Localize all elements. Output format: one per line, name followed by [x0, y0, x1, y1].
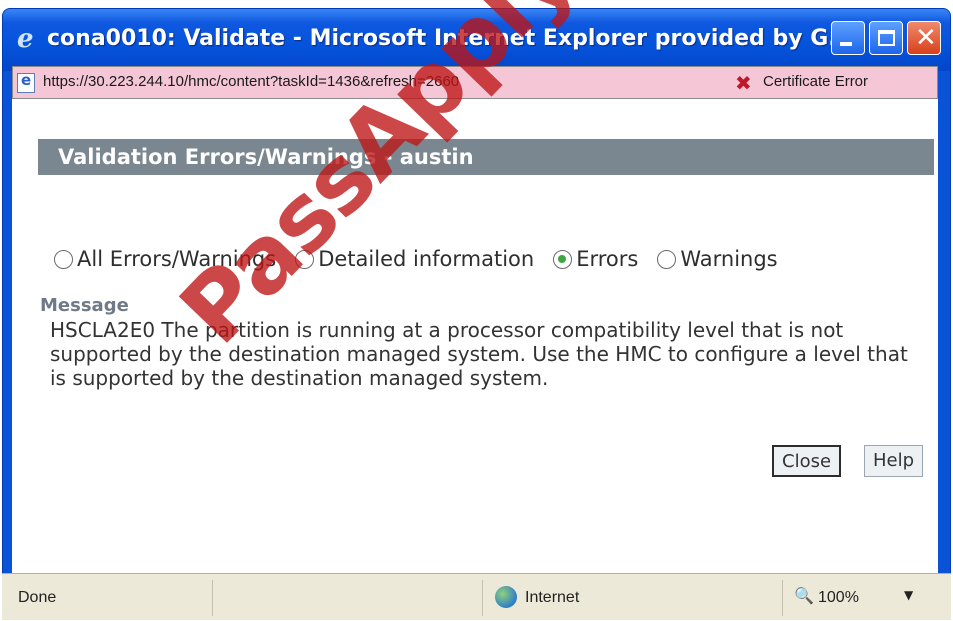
radio-detailed-information[interactable]: Detailed information	[295, 247, 534, 271]
status-divider	[782, 580, 783, 616]
radio-label: Detailed information	[318, 247, 535, 271]
status-text: Done	[18, 589, 57, 606]
close-button[interactable]: Close	[772, 445, 842, 477]
close-icon: ✕	[915, 23, 937, 53]
radio-errors[interactable]: Errors	[553, 247, 638, 271]
status-divider	[212, 580, 213, 616]
maximize-icon	[878, 30, 895, 46]
message-text: HSCLA2E0 The partition is running at a p…	[50, 318, 908, 390]
radio-all-errors-warnings[interactable]: All Errors/Warnings	[54, 247, 276, 271]
maximize-button[interactable]	[869, 21, 903, 55]
minimize-button[interactable]	[831, 21, 865, 55]
message-label: Message	[40, 295, 129, 316]
radio-button-icon[interactable]	[54, 249, 73, 269]
page-icon	[17, 71, 35, 93]
zoom-level[interactable]: 100%	[818, 589, 859, 607]
chevron-down-icon[interactable]: ▼	[904, 588, 913, 602]
certificate-error-label[interactable]: Certificate Error	[763, 73, 868, 90]
zoom-icon[interactable]: 🔍	[794, 586, 814, 605]
dialog-title: Validation Errors/Warnings - austin	[58, 145, 474, 169]
window-title: cona0010: Validate - Microsoft Internet …	[47, 26, 854, 51]
ie-icon: e	[17, 24, 34, 54]
radio-label: All Errors/Warnings	[77, 247, 277, 271]
radio-button-selected-icon[interactable]	[553, 249, 573, 269]
help-button[interactable]: Help	[864, 445, 924, 477]
radio-button-icon[interactable]	[295, 249, 315, 269]
page-content: Validation Errors/Warnings - austin All …	[12, 99, 938, 573]
security-zone: Internet	[525, 589, 580, 606]
close-window-button[interactable]: ✕	[907, 21, 941, 55]
address-bar[interactable]: https://30.223.244.10/hmc/content?taskId…	[12, 66, 938, 99]
radio-warnings[interactable]: Warnings	[657, 247, 778, 271]
status-divider	[482, 580, 483, 616]
radio-label: Warnings	[680, 247, 778, 271]
radio-button-icon[interactable]	[657, 249, 677, 269]
globe-icon	[495, 586, 517, 608]
status-bar: Done Internet 🔍 100% ▼	[2, 573, 951, 620]
filter-radio-group: All Errors/Warnings Detailed information…	[54, 247, 797, 271]
minimize-icon	[840, 42, 852, 46]
dialog-header: Validation Errors/Warnings - austin	[38, 139, 934, 175]
radio-label: Errors	[576, 247, 639, 271]
certificate-error-icon[interactable]: ✖	[735, 72, 757, 94]
url-text[interactable]: https://30.223.244.10/hmc/content?taskId…	[43, 73, 459, 90]
title-bar[interactable]: e cona0010: Validate - Microsoft Interne…	[3, 9, 950, 71]
